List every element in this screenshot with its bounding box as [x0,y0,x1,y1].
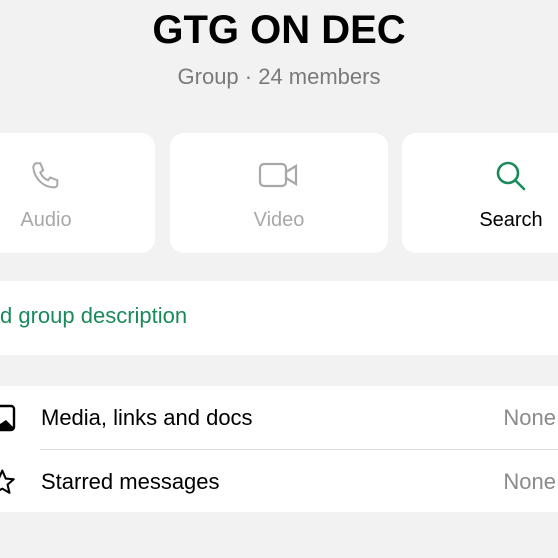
phone-icon [29,159,63,198]
audio-label: Audio [20,209,72,231]
starred-messages-label: Starred messages [41,469,220,494]
description-label: d group description [0,303,188,328]
group-subtitle: Group · 24 members [177,64,381,89]
group-title: GTG ON DEC [152,8,406,52]
media-links-docs-row[interactable]: Media, links and docs None [0,386,558,450]
search-button[interactable]: Search [402,133,558,253]
audio-call-button[interactable]: Audio [0,133,155,253]
search-label: Search [479,209,543,231]
video-camera-icon [258,159,300,196]
image-icon [0,404,16,437]
starred-messages-row[interactable]: Starred messages None [0,450,558,513]
add-group-description-button[interactable]: d group description [0,281,558,355]
media-count: None [503,405,556,430]
starred-count: None [503,469,556,494]
group-info-list: Media, links and docs None Starred messa… [0,386,558,512]
video-label: Video [253,209,305,231]
search-icon [494,159,528,198]
media-links-docs-label: Media, links and docs [41,405,253,430]
star-icon [0,468,16,501]
video-call-button[interactable]: Video [170,133,388,253]
